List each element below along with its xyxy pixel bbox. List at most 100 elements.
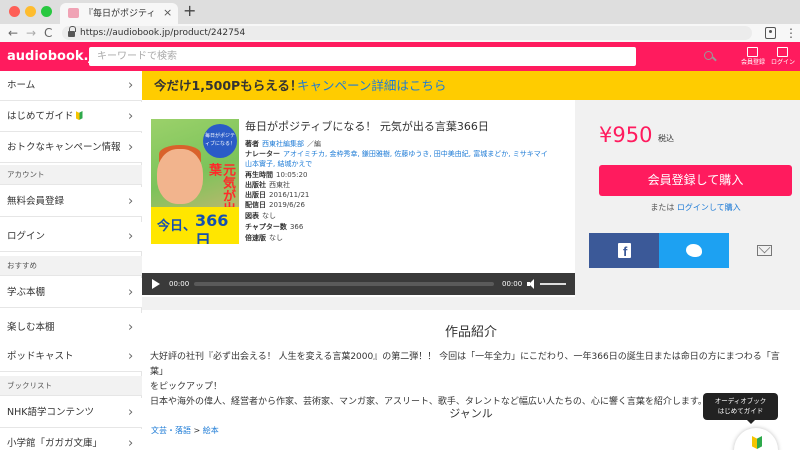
sidebar-item-login[interactable]: ログイン › — [0, 222, 142, 252]
tab-close-icon[interactable]: × — [163, 6, 172, 20]
search-icon[interactable] — [703, 50, 717, 64]
meta-value: 2016/11/21 — [269, 191, 310, 199]
meta-label: ナレーター — [245, 150, 280, 158]
sidebar-item-guide[interactable]: はじめてガイド › — [0, 102, 142, 132]
share-twitter-button[interactable] — [659, 233, 729, 268]
browser-address-bar: ← → C https://audiobook.jp/product/24275… — [0, 24, 800, 42]
sidebar-heading-account: アカウント — [0, 165, 142, 185]
sidebar-item-campaign[interactable]: おトクなキャンペーン情報 › — [0, 133, 142, 163]
sidebar-heading-label: アカウント — [7, 170, 45, 179]
guide-tooltip: オーディオブック はじめてガイド — [703, 393, 778, 424]
chevron-right-icon: › — [128, 436, 134, 450]
meta-value: 10:05:20 — [276, 171, 308, 179]
meta-value: なし — [269, 234, 283, 242]
login-purchase-line: または ログインして購入 — [599, 202, 792, 214]
meta-label: 配信日 — [245, 201, 266, 209]
campaign-link[interactable]: キャンペーン詳細はこちら — [297, 71, 446, 100]
meta-value: 西東社 — [269, 181, 290, 189]
share-facebook-button[interactable] — [589, 233, 659, 268]
play-icon[interactable] — [152, 279, 160, 289]
progress-track[interactable] — [194, 282, 494, 286]
chevron-right-icon: › — [128, 229, 134, 244]
volume-slider[interactable] — [540, 283, 566, 285]
lock-icon — [68, 26, 76, 37]
meta-illustration: 図表 なし — [245, 211, 570, 221]
login-icon — [777, 47, 788, 57]
window-maximize-button[interactable] — [41, 6, 52, 17]
meta-release: 配信日 2019/6/26 — [245, 200, 570, 210]
price: ¥950 — [599, 123, 653, 147]
chevron-right-icon: › — [128, 194, 134, 209]
sidebar-heading-booklist: ブックリスト — [0, 376, 142, 396]
meta-value: 366 — [289, 223, 304, 231]
meta-narrator: ナレーター アオイミチカ, 金枠秀幸, 鎌田雅樹, 佐藤ゆうき, 田中美由紀, 富… — [245, 149, 570, 159]
back-arrow-icon[interactable]: ← — [8, 25, 18, 41]
volume-icon[interactable] — [527, 279, 537, 289]
forward-arrow-icon[interactable]: → — [26, 25, 36, 41]
sidebar-item-nhk[interactable]: NHK語学コンテンツ › — [0, 398, 142, 428]
chevron-right-icon: › — [128, 349, 134, 364]
site-logo[interactable]: audiobook.jp — [7, 42, 102, 71]
sidebar-item-gagaga[interactable]: 小学館「ガガガ文庫」 › — [0, 429, 142, 450]
meta-label: 出版日 — [245, 191, 266, 199]
sidebar-item-label: はじめてガイド — [7, 111, 74, 122]
chevron-right-icon: › — [128, 78, 134, 93]
register-purchase-button[interactable]: 会員登録して購入 — [599, 165, 792, 196]
current-time: 00:00 — [169, 280, 190, 288]
url-text[interactable]: https://audiobook.jp/product/242754 — [80, 26, 245, 40]
sidebar-item-free-register[interactable]: 無料会員登録 › — [0, 187, 142, 217]
register-button[interactable]: 会員登録 — [740, 46, 766, 70]
mail-icon — [757, 245, 772, 256]
sidebar-heading-label: おすすめ — [7, 261, 37, 270]
sidebar-heading-recommend: おすすめ — [0, 256, 142, 276]
facebook-icon — [618, 243, 631, 258]
book-cover[interactable]: 毎日がポジティブになる！ 元気が出る言葉 今日、 366日 — [151, 119, 239, 244]
narrator-links[interactable]: 山本實子, 結城かえで — [245, 160, 312, 168]
genre-link-ehon[interactable]: 絵本 — [203, 426, 219, 435]
share-mail-button[interactable] — [729, 233, 800, 268]
genre-breadcrumb: 文芸・落語 > 絵本 — [151, 425, 219, 437]
reload-icon[interactable]: C — [44, 25, 52, 41]
twitter-icon — [686, 244, 702, 257]
meta-value: なし — [262, 212, 276, 220]
sidebar-item-label: 楽しむ本棚 — [7, 322, 55, 333]
guide-tooltip-line: オーディオブック — [714, 397, 767, 405]
meta-label: 倍速版 — [245, 234, 266, 242]
profile-icon[interactable] — [765, 27, 776, 39]
sidebar-item-home[interactable]: ホーム › — [0, 71, 142, 101]
narrator-links[interactable]: アオイミチカ, 金枠秀幸, 鎌田雅樹, 佐藤ゆうき, 田中美由紀, 富城まどか,… — [283, 150, 548, 158]
login-purchase-link[interactable]: ログインして購入 — [677, 203, 741, 212]
audio-player: 00:00 00:00 — [142, 273, 575, 295]
sidebar-heading-label: ブックリスト — [7, 381, 52, 390]
search-input[interactable] — [89, 47, 609, 66]
browser-menu-icon[interactable]: ⋮ — [785, 25, 797, 41]
login-button[interactable]: ログイン — [770, 46, 796, 70]
meta-value: 2019/6/26 — [269, 201, 305, 209]
sidebar-item-label: ログイン — [7, 231, 46, 242]
window-minimize-button[interactable] — [25, 6, 36, 17]
beginner-guide-button[interactable] — [734, 428, 778, 450]
sidebar-item-label: NHK語学コンテンツ — [7, 407, 94, 418]
genre-link-bungei[interactable]: 文芸・落語 — [151, 426, 191, 435]
chevron-right-icon: › — [128, 405, 134, 420]
sidebar-item-fun-shelf[interactable]: 楽しむ本棚 › — [0, 313, 142, 343]
site-header: audiobook.jp 会員登録 ログイン — [0, 42, 800, 71]
sidebar-item-learn-shelf[interactable]: 学ぶ本棚 › — [0, 278, 142, 308]
meta-label: 再生時間 — [245, 171, 273, 179]
sidebar-item-label: 学ぶ本棚 — [7, 287, 46, 298]
search-box[interactable] — [89, 47, 713, 66]
sidebar-item-label: 小学館「ガガガ文庫」 — [7, 438, 103, 449]
browser-tab[interactable]: 『毎日がポジティブになる！ 元気 × — [60, 3, 178, 24]
url-bar[interactable]: https://audiobook.jp/product/242754 — [62, 26, 752, 40]
product-card: 毎日がポジティブになる！ 元気が出る言葉 今日、 366日 毎日がポジティブにな… — [142, 100, 575, 297]
campaign-banner[interactable]: 今だけ1,500Pもらえる！ キャンペーン詳細はこちら — [142, 71, 800, 100]
meta-duration: 再生時間 10:05:20 — [245, 170, 570, 180]
tax-label: 税込 — [658, 134, 674, 143]
meta-publisher: 出版社 西東社 — [245, 180, 570, 190]
tab-title: 『毎日がポジティブになる！ 元気 — [84, 9, 156, 19]
sidebar-item-podcast[interactable]: ポッドキャスト › — [0, 342, 142, 372]
author-link[interactable]: 西東社編集部 — [262, 140, 304, 148]
window-close-button[interactable] — [9, 6, 20, 17]
new-tab-button[interactable]: + — [183, 2, 196, 20]
product-title: 毎日がポジティブになる！ 元気が出る言葉366日 — [245, 120, 489, 133]
